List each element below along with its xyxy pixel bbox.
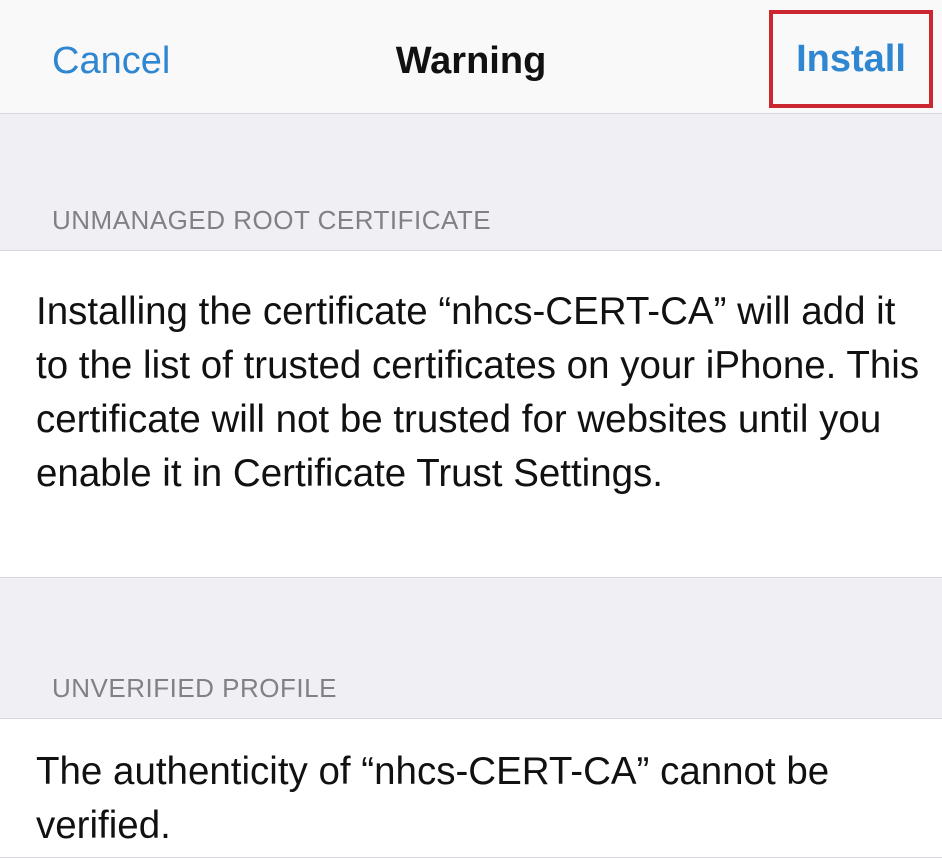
section-header-label: UNMANAGED ROOT CERTIFICATE	[52, 205, 492, 235]
unverified-profile-warning-text: The authenticity of “nhcs-CERT-CA” canno…	[36, 750, 830, 847]
section-header-unverified-profile: UNVERIFIED PROFILE	[0, 578, 942, 718]
navigation-bar: Cancel Warning Install	[0, 0, 942, 114]
install-button[interactable]: Install	[796, 36, 906, 82]
cancel-button[interactable]: Cancel	[52, 38, 170, 84]
section-header-unmanaged-root-certificate: UNMANAGED ROOT CERTIFICATE	[0, 114, 942, 250]
warning-cell-unverified-profile: The authenticity of “nhcs-CERT-CA” canno…	[0, 718, 942, 858]
section-header-label: UNVERIFIED PROFILE	[52, 673, 337, 703]
install-button-highlight[interactable]: Install	[769, 10, 933, 108]
root-certificate-warning-text: Installing the certificate “nhcs-CERT-CA…	[36, 290, 920, 495]
warning-cell-root-certificate: Installing the certificate “nhcs-CERT-CA…	[0, 250, 942, 578]
